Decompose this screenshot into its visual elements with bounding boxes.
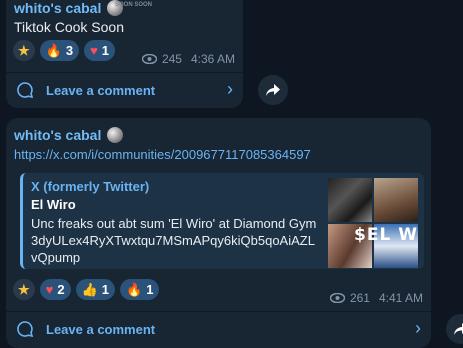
reaction-heart[interactable]: ♥ 2 bbox=[39, 279, 71, 300]
reaction-count: 1 bbox=[101, 282, 110, 297]
author-emoji-icon bbox=[107, 127, 124, 143]
reaction-fire[interactable]: 🔥 1 bbox=[120, 279, 160, 300]
comment-icon bbox=[17, 321, 34, 338]
message-meta: 245 4:36 AM bbox=[141, 52, 235, 66]
views-eye-icon bbox=[141, 54, 157, 64]
post-author[interactable]: whito's cabal bbox=[14, 127, 124, 143]
share-button[interactable] bbox=[258, 75, 288, 105]
reaction-count: 3 bbox=[65, 43, 74, 58]
link-preview[interactable]: X (formerly Twitter) El Wiro Unc freaks … bbox=[20, 173, 424, 269]
share-button[interactable] bbox=[446, 314, 463, 344]
star-icon: ★ bbox=[18, 282, 30, 297]
arrow-icon bbox=[115, 0, 155, 1]
share-icon bbox=[266, 84, 280, 96]
message-link[interactable]: https://x.com/i/communities/200967711708… bbox=[14, 147, 311, 162]
chevron-right-icon: › bbox=[415, 318, 421, 338]
share-icon bbox=[454, 323, 463, 335]
message-time: 4:41 AM bbox=[378, 291, 423, 305]
fire-icon: 🔥 bbox=[126, 282, 143, 297]
reaction-count: 1 bbox=[101, 43, 110, 58]
reaction-star[interactable]: ★ bbox=[13, 279, 35, 300]
views-eye-icon bbox=[329, 293, 345, 303]
comment-icon bbox=[17, 82, 34, 99]
message-text: Tiktok Cook Soon bbox=[14, 19, 124, 35]
reaction-count: 2 bbox=[57, 282, 65, 297]
preview-site-name: X (formerly Twitter) bbox=[31, 179, 150, 194]
heart-icon: ♥ bbox=[45, 282, 54, 297]
fire-icon: 🔥 bbox=[45, 43, 62, 58]
reaction-star[interactable]: ★ bbox=[13, 40, 35, 61]
reactions-bar: ★ ♥ 2 👍 1 🔥 1 bbox=[13, 279, 160, 300]
message-bubble-1: whito's cabal Tiktok Cook Soon SOON SOON… bbox=[6, 0, 243, 108]
view-count: 245 bbox=[161, 52, 182, 66]
leave-comment-label[interactable]: Leave a comment bbox=[46, 83, 155, 98]
preview-title: El Wiro bbox=[31, 197, 76, 212]
heart-icon: ♥ bbox=[90, 43, 98, 58]
thumb-image bbox=[374, 178, 418, 222]
author-name[interactable]: whito's cabal bbox=[14, 127, 101, 143]
preview-desc-line: Unc freaks out abt sum 'El Wiro' at Diam… bbox=[31, 216, 317, 231]
author-name[interactable]: whito's cabal bbox=[14, 0, 101, 16]
view-count: 261 bbox=[349, 291, 370, 305]
reactions-bar: ★ 🔥 3 ♥ 1 bbox=[13, 40, 116, 61]
message-meta: 261 4:41 AM bbox=[329, 291, 423, 305]
star-icon: ★ bbox=[18, 43, 30, 58]
reaction-count: 1 bbox=[146, 282, 154, 297]
message-time: 4:36 AM bbox=[190, 52, 235, 66]
leave-comment-label[interactable]: Leave a comment bbox=[46, 322, 155, 337]
post-author[interactable]: whito's cabal bbox=[14, 0, 124, 16]
thumb-image bbox=[328, 178, 372, 222]
thumbs-up-icon: 👍 bbox=[81, 282, 98, 297]
preview-desc-line: 3dyULex4RyXTwxtqu7MSmAPqy6kiQb5qoAiAZL bbox=[31, 233, 315, 248]
thumb-overlay-text: $EL W bbox=[354, 225, 418, 245]
message-bubble-2: whito's cabal https://x.com/i/communitie… bbox=[6, 118, 431, 348]
leave-comment-row[interactable]: Leave a comment › bbox=[6, 73, 243, 108]
leave-comment-row[interactable]: Leave a comment › bbox=[6, 312, 431, 348]
soon-sticker: SOON SOON bbox=[115, 0, 155, 8]
reaction-fire[interactable]: 🔥 3 bbox=[39, 40, 80, 61]
sticker-text: SOON SOON bbox=[115, 2, 153, 8]
chevron-right-icon: › bbox=[227, 79, 233, 99]
reaction-heart[interactable]: ♥ 1 bbox=[84, 40, 116, 61]
preview-thumbnail bbox=[328, 178, 418, 268]
reaction-thumbs-up[interactable]: 👍 1 bbox=[75, 279, 116, 300]
preview-description: Unc freaks out abt sum 'El Wiro' at Diam… bbox=[31, 215, 331, 266]
preview-desc-line: vQpump bbox=[31, 250, 81, 265]
